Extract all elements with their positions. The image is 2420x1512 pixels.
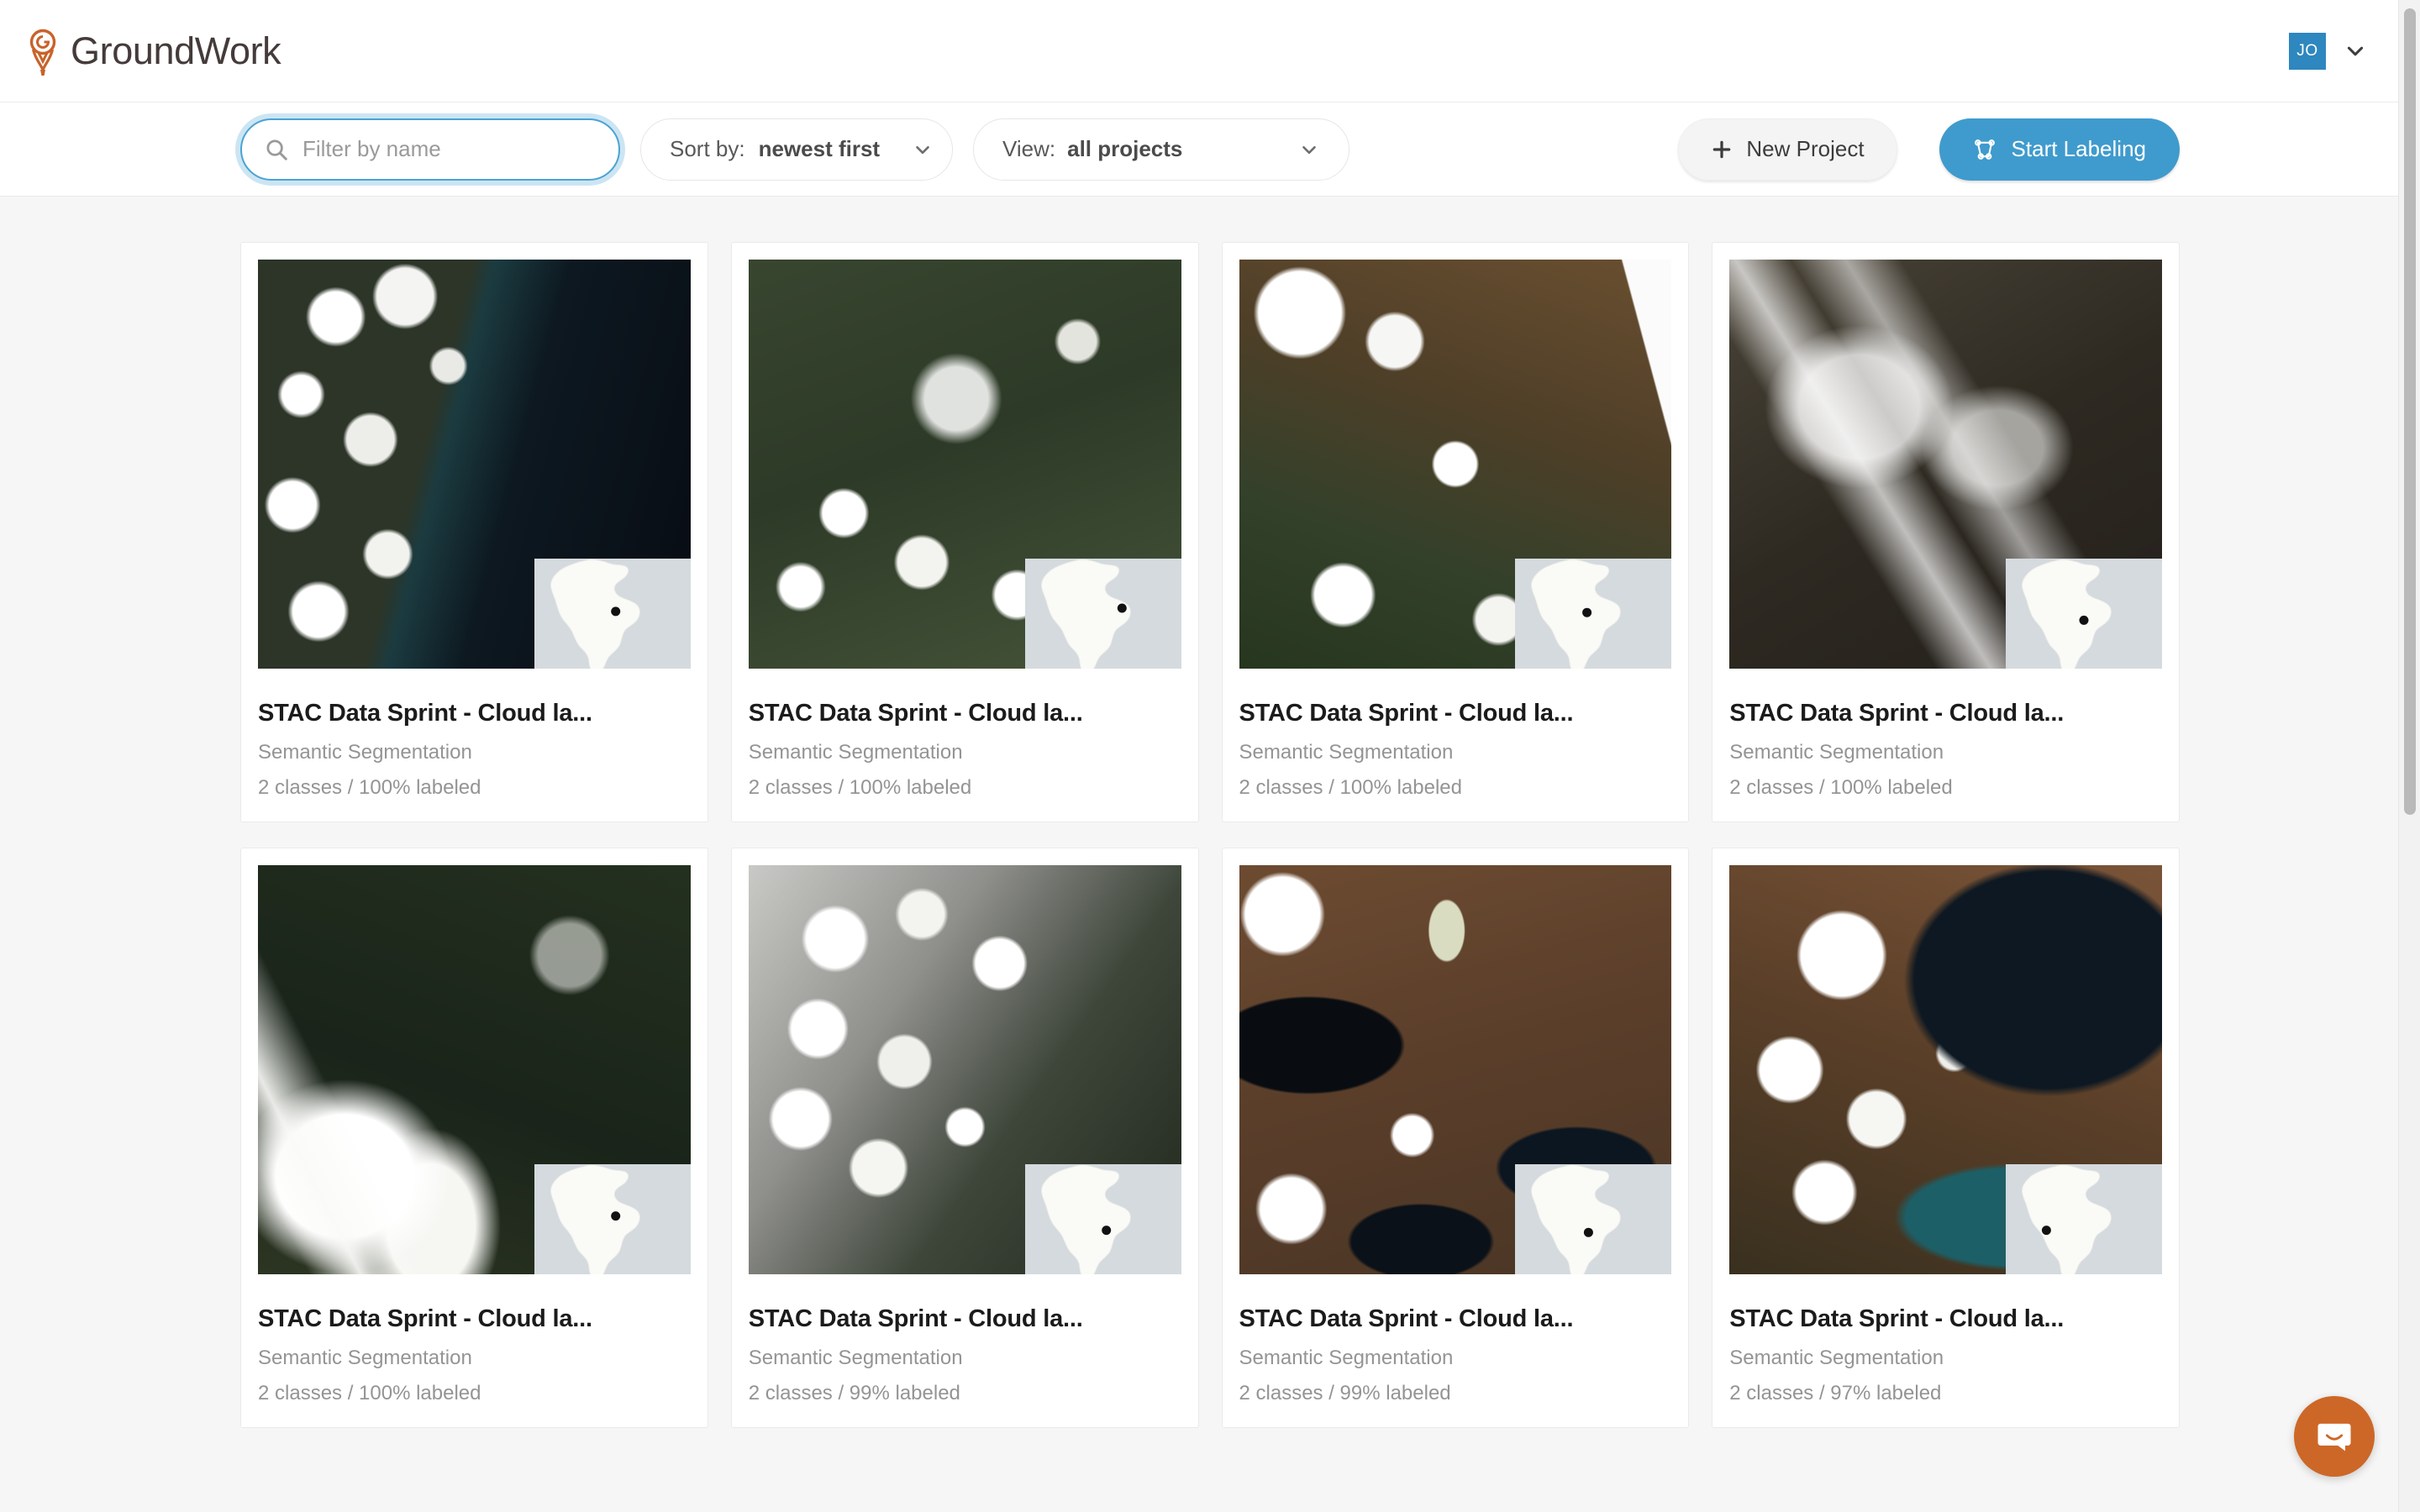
- project-title: STAC Data Sprint - Cloud la...: [748, 1305, 1083, 1332]
- locator-inset-map: [1024, 559, 1181, 669]
- project-label-progress: 2 classes / 100% labeled: [258, 776, 481, 799]
- page-scrollbar[interactable]: [2398, 0, 2420, 1512]
- project-type: Semantic Segmentation: [1729, 1347, 1944, 1369]
- project-thumbnail: [1239, 865, 1672, 1274]
- avatar[interactable]: JO: [2289, 32, 2326, 70]
- south-america-map-icon: [2006, 1164, 2162, 1274]
- start-labeling-button[interactable]: Start Labeling: [1939, 118, 2180, 181]
- intercom-chat-launcher[interactable]: [2294, 1396, 2375, 1477]
- location-marker-dot: [1101, 1226, 1111, 1236]
- south-america-map-icon: [1515, 559, 1672, 669]
- project-type: Semantic Segmentation: [258, 741, 472, 764]
- location-marker-dot: [1117, 603, 1127, 613]
- project-label-progress: 2 classes / 99% labeled: [1239, 1382, 1451, 1404]
- search-icon: [266, 139, 287, 160]
- search-field-wrapper: [240, 118, 620, 181]
- locator-inset-map: [2006, 559, 2162, 669]
- project-type: Semantic Segmentation: [748, 1347, 963, 1369]
- project-thumbnail: [748, 260, 1181, 669]
- locator-inset-map: [534, 559, 691, 669]
- view-value: all projects: [1067, 136, 1183, 161]
- project-title: STAC Data Sprint - Cloud la...: [1729, 700, 2065, 727]
- project-card[interactable]: STAC Data Sprint - Cloud la... Semantic S…: [1712, 242, 2180, 822]
- brand-name: GroundWork: [71, 29, 281, 72]
- south-america-map-icon: [534, 1164, 691, 1274]
- project-type: Semantic Segmentation: [258, 1347, 472, 1369]
- project-thumbnail: [258, 865, 691, 1274]
- locator-inset-map: [534, 1164, 691, 1274]
- project-label-progress: 2 classes / 97% labeled: [1729, 1382, 1942, 1404]
- project-title: STAC Data Sprint - Cloud la...: [258, 1305, 592, 1332]
- project-title: STAC Data Sprint - Cloud la...: [1729, 1305, 2065, 1332]
- project-card[interactable]: STAC Data Sprint - Cloud la... Semantic S…: [730, 242, 1199, 822]
- south-america-map-icon: [2006, 559, 2162, 669]
- project-label-progress: 2 classes / 100% labeled: [258, 1382, 481, 1404]
- locator-inset-map: [2006, 1164, 2162, 1274]
- project-label-progress: 2 classes / 100% labeled: [748, 776, 972, 799]
- project-title: STAC Data Sprint - Cloud la...: [1239, 1305, 1574, 1332]
- project-grid: STAC Data Sprint - Cloud la... Semantic S…: [240, 242, 2180, 1428]
- south-america-map-icon: [1024, 559, 1181, 669]
- brand-logo[interactable]: GroundWork: [24, 25, 281, 77]
- project-label-progress: 2 classes / 99% labeled: [748, 1382, 960, 1404]
- view-dropdown[interactable]: View: all projects: [973, 118, 1349, 181]
- new-project-button[interactable]: New Project: [1678, 118, 1897, 181]
- project-card[interactable]: STAC Data Sprint - Cloud la... Semantic S…: [1712, 848, 2180, 1428]
- project-type: Semantic Segmentation: [1239, 1347, 1454, 1369]
- south-america-map-icon: [1515, 1164, 1672, 1274]
- project-title: STAC Data Sprint - Cloud la...: [258, 700, 592, 727]
- project-type: Semantic Segmentation: [748, 741, 963, 764]
- locator-inset-map: [1515, 1164, 1672, 1274]
- intercom-chat-icon: [2317, 1423, 2351, 1452]
- project-thumbnail: [1239, 260, 1672, 669]
- project-title: STAC Data Sprint - Cloud la...: [748, 700, 1083, 727]
- new-project-label: New Project: [1746, 136, 1865, 161]
- south-america-map-icon: [1024, 1164, 1181, 1274]
- header-user-area: JO: [2289, 32, 2385, 70]
- chevron-down-icon[interactable]: [2344, 40, 2366, 62]
- sort-label: Sort by:: [670, 136, 745, 161]
- polygon-vertices-icon: [1974, 139, 1995, 160]
- south-america-map-icon: [534, 559, 691, 669]
- location-marker-dot: [1584, 1227, 1594, 1237]
- app-header: GroundWork JO: [0, 0, 2420, 102]
- sort-value: newest first: [758, 136, 881, 161]
- location-marker-dot: [2079, 615, 2089, 625]
- sort-dropdown[interactable]: Sort by: newest first: [640, 118, 953, 181]
- project-card[interactable]: STAC Data Sprint - Cloud la... Semantic S…: [240, 242, 708, 822]
- project-type: Semantic Segmentation: [1239, 741, 1454, 764]
- location-marker-dot: [1582, 607, 1592, 617]
- project-card[interactable]: STAC Data Sprint - Cloud la... Semantic S…: [730, 848, 1199, 1428]
- project-label-progress: 2 classes / 100% labeled: [1239, 776, 1463, 799]
- project-thumbnail: [1729, 865, 2162, 1274]
- location-marker-dot: [2041, 1226, 2051, 1236]
- search-input[interactable]: [302, 119, 597, 179]
- balloon-pin-logo-icon: [29, 29, 56, 76]
- project-label-progress: 2 classes / 100% labeled: [1729, 776, 1953, 799]
- search-box[interactable]: [240, 118, 620, 181]
- project-thumbnail: [258, 260, 691, 669]
- view-label: View:: [1002, 136, 1056, 161]
- location-marker-dot: [610, 1211, 620, 1221]
- project-type: Semantic Segmentation: [1729, 741, 1944, 764]
- project-card[interactable]: STAC Data Sprint - Cloud la... Semantic S…: [240, 848, 708, 1428]
- locator-inset-map: [1515, 559, 1672, 669]
- chevron-down-icon: [916, 145, 929, 154]
- start-labeling-label: Start Labeling: [2011, 136, 2146, 161]
- project-thumbnail: [748, 865, 1181, 1274]
- location-marker-dot: [610, 606, 620, 617]
- locator-inset-map: [1024, 1164, 1181, 1274]
- project-thumbnail: [1729, 260, 2162, 669]
- projects-content: STAC Data Sprint - Cloud la... Semantic S…: [0, 197, 2420, 1512]
- chevron-down-icon: [1302, 145, 1316, 154]
- projects-toolbar: Sort by: newest first View: all projects…: [0, 102, 2420, 197]
- project-title: STAC Data Sprint - Cloud la...: [1239, 700, 1574, 727]
- scrollbar-thumb[interactable]: [2404, 8, 2416, 815]
- plus-icon: [1713, 140, 1731, 158]
- project-card[interactable]: STAC Data Sprint - Cloud la... Semantic S…: [1221, 848, 1690, 1428]
- project-card[interactable]: STAC Data Sprint - Cloud la... Semantic S…: [1221, 242, 1690, 822]
